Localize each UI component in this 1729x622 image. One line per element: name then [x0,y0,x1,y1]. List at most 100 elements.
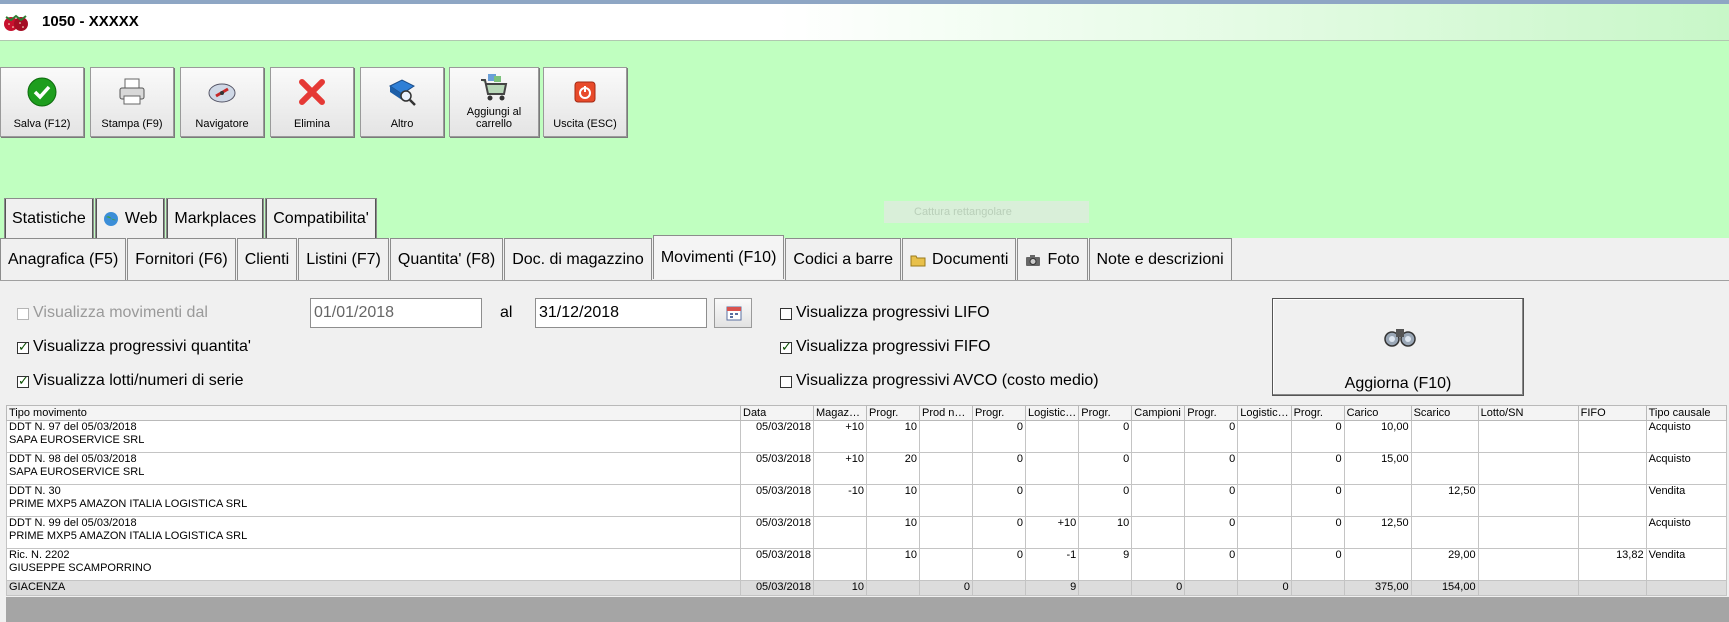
avco-checkbox[interactable] [780,376,792,388]
grid-empty-area [6,597,1729,622]
tab-clienti[interactable]: Clienti [236,238,298,280]
total-cell [866,580,920,596]
tab-label: Documenti [932,250,1009,268]
table-cell: 0 [1078,420,1133,453]
lifo-checkbox[interactable] [780,308,792,320]
title-bar: 1050 - XXXXX [0,4,1729,41]
movement-description: DDT N. 97 del 05/03/2018 SAPA EUROSERVICE… [6,420,741,453]
tab-label: Listini (F7) [306,250,381,268]
column-header[interactable]: Data [740,405,814,421]
column-header[interactable]: Progr. [1184,405,1239,421]
save-button[interactable]: Salva (F12) [0,67,84,137]
table-cell [1237,548,1292,581]
tab-statistiche[interactable]: Statistiche [4,198,94,238]
table-cell [1577,452,1647,485]
tab-note[interactable]: Note e descrizioni [1088,238,1232,280]
column-header[interactable]: Tipo movimento [6,405,741,421]
tab-markplaces[interactable]: Markplaces [166,198,265,238]
add-to-cart-button[interactable]: Aggiungi al carrello [449,67,539,137]
movement-description: DDT N. 30 PRIME MXP5 AMAZON ITALIA LOGIST… [6,484,741,517]
column-header[interactable]: Prod n… [919,405,973,421]
delete-button[interactable]: Elimina [270,67,354,137]
column-header[interactable]: Tipo causale [1645,405,1727,421]
capture-overlay: Cattura rettangolare [884,201,1089,223]
tab-label: Compatibilita' [273,209,369,227]
tab-listini[interactable]: Listini (F7) [298,238,389,280]
more-button[interactable]: Altro [360,67,444,137]
column-header[interactable]: Progr. [1290,405,1345,421]
table-cell: 0 [972,452,1026,485]
table-cell [1477,548,1579,581]
aggiorna-button[interactable]: Aggiorna (F10) [1272,298,1524,396]
total-cell: 9 [1024,580,1080,596]
movimenti-dal-checkbox[interactable] [17,308,29,320]
table-cell: Vendita [1645,548,1727,581]
table-cell [1577,420,1647,453]
tab-fornitori[interactable]: Fornitori (F6) [127,238,236,280]
binoculars-icon [1384,329,1416,347]
column-header[interactable]: Campioni [1131,405,1186,421]
table-cell: 10 [1078,516,1133,549]
table-row[interactable]: DDT N. 99 del 05/03/2018 PRIME MXP5 AMAZO… [6,516,1727,549]
table-cell: 05/03/2018 [740,452,814,485]
cart-icon [481,74,508,101]
tab-anagrafica[interactable]: Anagrafica (F5) [0,238,127,280]
tab-movimenti[interactable]: Movimenti (F10) [652,235,785,279]
column-header[interactable]: Progr. [972,405,1026,421]
date-to-input[interactable]: 31/12/2018 [535,298,707,328]
movement-doc: DDT N. 97 del 05/03/2018 [9,421,137,434]
progressivi-quantita-checkbox[interactable] [17,339,29,355]
table-cell [1024,484,1080,517]
fifo-checkbox[interactable] [780,339,792,355]
tab-label: Quantita' (F8) [397,250,496,268]
search-book-icon [389,79,416,106]
table-cell: 15,00 [1343,452,1412,485]
table-row[interactable]: DDT N. 30 PRIME MXP5 AMAZON ITALIA LOGIST… [6,484,1727,517]
table-cell: +10 [813,420,867,453]
column-header[interactable]: Progr. [866,405,920,421]
column-header[interactable]: Progr. [1078,405,1133,421]
tab-codici-a-barre[interactable]: Codici a barre [785,238,901,280]
table-cell: 05/03/2018 [740,484,814,517]
table-cell: 0 [1184,548,1239,581]
tab-foto[interactable]: Foto [1017,238,1088,280]
table-cell: 0 [1290,420,1345,453]
movimenti-dal-label: Visualizza movimenti dal [33,304,208,321]
tab-web[interactable]: Web [94,198,166,238]
table-row[interactable]: DDT N. 97 del 05/03/2018 SAPA EUROSERVICE… [6,420,1727,453]
table-cell [1410,420,1479,453]
table-cell: 05/03/2018 [740,548,814,581]
exit-button[interactable]: Uscita (ESC) [543,67,627,137]
table-cell [1237,420,1292,453]
table-cell [1410,516,1479,549]
column-header[interactable]: Logistic… [1024,405,1080,421]
navigator-button[interactable]: Navigatore [180,67,264,137]
column-header[interactable]: Magaz… [813,405,867,421]
print-button[interactable]: Stampa (F9) [90,67,174,137]
tab-documenti[interactable]: Documenti [902,238,1017,280]
table-row[interactable]: DDT N. 98 del 05/03/2018 SAPA EUROSERVICE… [6,452,1727,485]
calendar-button[interactable] [714,298,752,328]
tab-doc-magazzino[interactable]: Doc. di magazzino [504,238,652,280]
column-header[interactable]: Lotto/SN [1477,405,1579,421]
lotti-checkbox[interactable] [17,373,29,389]
table-cell: 0 [1184,484,1239,517]
strawberry-logo-icon [4,14,28,31]
column-header[interactable]: Scarico [1410,405,1479,421]
date-from-input[interactable]: 01/01/2018 [310,298,482,328]
total-cell [1290,580,1345,596]
table-cell: 0 [1078,452,1133,485]
tab-label: Fornitori (F6) [135,250,228,268]
table-cell: +10 [813,452,867,485]
movement-party: PRIME MXP5 AMAZON ITALIA LOGISTICA SRL [9,498,248,510]
movements-table: Tipo movimento Data Magaz… Progr. Prod n… Pro… [6,405,1727,596]
column-header[interactable]: Logistic… [1237,405,1292,421]
table-cell: 0 [1290,548,1345,581]
table-cell: Acquisto [1645,452,1727,485]
tab-quantita[interactable]: Quantita' (F8) [389,238,504,280]
table-row[interactable]: Ric. N. 2202 GIUSEPPE SCAMPORRINO 05/03/20… [6,548,1727,581]
tab-compatibilita[interactable]: Compatibilita' [265,198,377,238]
column-header[interactable]: Carico [1343,405,1412,421]
column-header[interactable]: FIFO [1577,405,1647,421]
table-cell: 10 [866,548,920,581]
